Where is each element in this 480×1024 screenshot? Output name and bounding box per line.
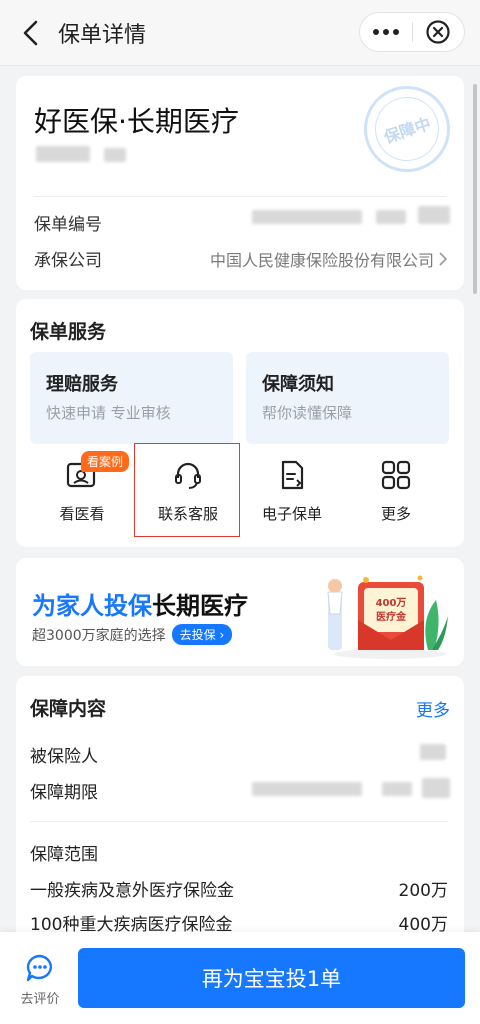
cov-label: 被保险人 bbox=[30, 747, 98, 767]
tile-subtitle: 快速申请 专业审核 bbox=[46, 404, 171, 422]
more-options-button[interactable] bbox=[360, 13, 412, 51]
icon-label: 电子保单 bbox=[261, 505, 322, 523]
close-circle-icon bbox=[426, 20, 450, 44]
icon-label: 看医看 bbox=[59, 505, 105, 523]
coverage-card: 保障内容 更多 被保险人 保障期限 保障范围 一般疾病及意外医疗保险金 200万… bbox=[16, 676, 464, 946]
redacted-text bbox=[422, 778, 450, 798]
section-title: 保单服务 bbox=[30, 321, 107, 343]
insurer-value: 中国人民健康保险股份有限公司 bbox=[209, 251, 434, 270]
policy-card: 好医保·长期医疗 保障中 保单编号 承保公司 中国人民健康保险股份有限公司 bbox=[16, 76, 464, 290]
dot-icon bbox=[372, 29, 379, 35]
review-button[interactable]: 去评价 bbox=[12, 952, 68, 1007]
chevron-left-icon bbox=[23, 20, 38, 46]
bottom-action-bar: 去评价 再为宝宝投1单 bbox=[0, 932, 480, 1024]
go-insure-label: 去投保 bbox=[179, 628, 216, 642]
claim-service-tile[interactable]: 理赔服务 快速申请 专业审核 bbox=[30, 352, 233, 444]
art-fund-text: 医疗金 bbox=[376, 610, 407, 623]
redacted-text bbox=[418, 206, 450, 224]
divider bbox=[30, 821, 448, 822]
status-seal-inner: 保障中 bbox=[366, 88, 448, 170]
insure-again-button[interactable]: 再为宝宝投1单 bbox=[78, 948, 465, 1008]
info-label: 保单编号 bbox=[34, 215, 102, 235]
tile-title: 理赔服务 bbox=[46, 374, 118, 395]
policy-services-card: 保单服务 理赔服务 快速申请 专业审核 保障须知 帮你读懂保障 看医看 看案例 … bbox=[16, 299, 464, 547]
back-button[interactable] bbox=[14, 16, 48, 50]
scrollbar[interactable] bbox=[473, 84, 477, 294]
scope-row: 100种重大疾病医疗保险金 400万 bbox=[30, 910, 448, 935]
coverage-notice-tile[interactable]: 保障须知 帮你读懂保障 bbox=[246, 352, 449, 444]
banner-title: 为家人投保长期医疗 bbox=[32, 586, 248, 621]
chat-bubble-icon bbox=[26, 954, 52, 982]
cov-value: 200万 bbox=[398, 881, 448, 901]
highlight-box bbox=[134, 443, 240, 537]
redacted-text bbox=[36, 146, 90, 162]
banner-title-highlight: 为家人投保 bbox=[32, 592, 152, 620]
dot-icon bbox=[382, 29, 389, 35]
case-badge: 看案例 bbox=[81, 451, 130, 472]
review-label: 去评价 bbox=[20, 992, 60, 1007]
more-services-button[interactable]: 更多 bbox=[346, 445, 446, 537]
redacted-text bbox=[382, 782, 412, 796]
medical-fund-illustration: 400万 医疗金 bbox=[327, 575, 448, 659]
banner-subtitle-text: 超3000万家庭的选择 bbox=[32, 627, 166, 644]
redacted-text bbox=[104, 148, 126, 162]
art-amount-text: 400万 bbox=[376, 597, 407, 609]
divider bbox=[34, 196, 446, 197]
status-seal: 保障中 bbox=[352, 76, 462, 184]
dot-icon bbox=[392, 29, 399, 35]
nav-header: 保单详情 bbox=[0, 0, 480, 66]
page-title: 保单详情 bbox=[58, 23, 147, 48]
section-title: 保障内容 bbox=[30, 698, 107, 720]
banner-title-rest: 长期医疗 bbox=[152, 592, 248, 620]
grid-icon bbox=[381, 460, 411, 490]
cov-label: 一般疾病及意外医疗保险金 bbox=[30, 881, 234, 901]
close-button[interactable] bbox=[412, 13, 464, 51]
info-value: 中国人民健康保险股份有限公司 bbox=[210, 247, 448, 271]
scope-row: 一般疾病及意外医疗保险金 200万 bbox=[30, 876, 448, 901]
redacted-text bbox=[376, 210, 406, 224]
e-policy-button[interactable]: 电子保单 bbox=[242, 445, 342, 537]
insurer-row[interactable]: 承保公司 中国人民健康保险股份有限公司 bbox=[34, 246, 448, 271]
coverage-more-link[interactable]: 更多 bbox=[416, 696, 450, 721]
status-seal-text: 保障中 bbox=[381, 113, 434, 147]
info-label: 承保公司 bbox=[34, 251, 102, 271]
cov-label: 保障期限 bbox=[30, 783, 98, 803]
redacted-text bbox=[252, 782, 362, 796]
document-icon bbox=[281, 460, 304, 490]
tile-subtitle: 帮你读懂保障 bbox=[262, 404, 353, 422]
scope-title-row: 保障范围 bbox=[30, 840, 448, 865]
family-insure-banner[interactable]: 为家人投保长期医疗 超3000万家庭的选择 去投保 › 400万 医疗金 bbox=[16, 558, 464, 666]
redacted-text bbox=[252, 210, 362, 224]
go-insure-button[interactable]: 去投保 › bbox=[171, 624, 233, 645]
mini-program-capsule bbox=[359, 12, 465, 52]
policy-name: 好医保·长期医疗 bbox=[34, 105, 239, 138]
tile-title: 保障须知 bbox=[262, 374, 334, 395]
scope-title: 保障范围 bbox=[30, 845, 98, 865]
banner-subtitle: 超3000万家庭的选择 去投保 › bbox=[32, 624, 233, 645]
chevron-right-icon bbox=[439, 252, 448, 266]
insured-row: 被保险人 bbox=[30, 742, 448, 767]
redacted-text bbox=[420, 744, 446, 760]
icon-label: 更多 bbox=[380, 505, 411, 523]
